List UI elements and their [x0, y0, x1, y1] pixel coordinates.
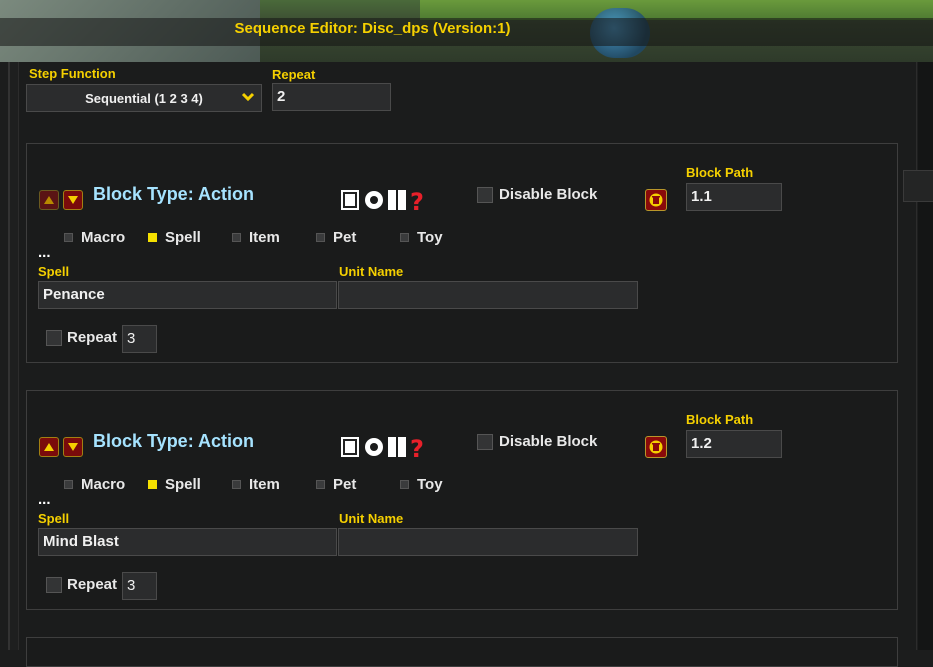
move-up-button[interactable]: [39, 190, 59, 210]
repeat-label: Repeat: [272, 67, 316, 82]
type-label-item: Item: [249, 476, 280, 493]
type-radio-toy[interactable]: [400, 233, 409, 242]
move-up-icon: [44, 443, 54, 451]
trash-icon: [649, 193, 663, 207]
step-function-label: Step Function: [29, 66, 116, 81]
type-radio-macro[interactable]: [64, 233, 73, 242]
type-radio-spell[interactable]: [148, 480, 157, 489]
square-icon[interactable]: [341, 437, 359, 457]
unit-name-label: Unit Name: [339, 511, 404, 526]
type-radio-toy[interactable]: [400, 480, 409, 489]
spell-label: Spell: [38, 511, 70, 526]
type-label-toy: Toy: [417, 476, 443, 493]
move-down-icon: [68, 443, 78, 451]
type-label-toy: Toy: [417, 229, 443, 246]
type-radio-spell[interactable]: [148, 233, 157, 242]
more-options-indicator: ...: [38, 491, 51, 508]
repeat-checkbox[interactable]: [46, 330, 62, 346]
repeat-label: Repeat: [67, 576, 118, 593]
window-title: Sequence Editor: Disc_dps (Version:1): [234, 20, 511, 37]
repeat-count-input[interactable]: 3: [122, 572, 157, 600]
repeat-input[interactable]: 2: [272, 83, 391, 111]
type-radio-pet[interactable]: [316, 233, 325, 242]
type-label-macro: Macro: [81, 229, 126, 246]
spell-label: Spell: [38, 264, 70, 279]
trash-icon: [649, 440, 663, 454]
step-function-dropdown[interactable]: Sequential (1 2 3 4): [26, 84, 262, 112]
block-path-label: Block Path: [686, 412, 754, 427]
unit-name-input[interactable]: [338, 281, 638, 309]
type-label-pet: Pet: [333, 229, 357, 246]
svg-text:?: ?: [410, 188, 424, 214]
action-block-3: [26, 637, 898, 667]
move-up-button[interactable]: [39, 437, 59, 457]
repeat-checkbox[interactable]: [46, 577, 62, 593]
type-label-pet: Pet: [333, 476, 357, 493]
step-function-value: Sequential (1 2 3 4): [85, 91, 203, 106]
move-down-button[interactable]: [63, 190, 83, 210]
question-icon[interactable]: ?: [410, 188, 424, 216]
unit-name-label: Unit Name: [339, 264, 404, 279]
type-radio-pet[interactable]: [316, 480, 325, 489]
circle-icon[interactable]: [365, 438, 383, 456]
svg-text:?: ?: [410, 435, 424, 461]
spell-input[interactable]: Mind Blast: [38, 528, 337, 556]
more-options-indicator: ...: [38, 244, 51, 261]
side-panel-edge: [903, 170, 933, 202]
action-block-1: Block Type: Action ? Disable Block Block…: [26, 143, 898, 363]
delete-block-button[interactable]: [645, 436, 667, 458]
disable-block-label: Disable Block: [499, 186, 598, 203]
move-down-icon: [68, 196, 78, 204]
disable-block-checkbox[interactable]: [477, 434, 493, 450]
repeat-label: Repeat: [67, 329, 118, 346]
action-block-2: Block Type: Action ? Disable Block Block…: [26, 390, 898, 610]
block-icons: ?: [340, 188, 440, 216]
type-label-spell: Spell: [165, 476, 201, 493]
block-path-label: Block Path: [686, 165, 754, 180]
block-icons: ?: [340, 435, 440, 463]
move-down-button[interactable]: [63, 437, 83, 457]
pause-icon[interactable]: [388, 437, 406, 457]
repeat-count-input[interactable]: 3: [122, 325, 157, 353]
disable-block-checkbox[interactable]: [477, 187, 493, 203]
block-path-input[interactable]: 1.1: [686, 183, 782, 211]
square-icon[interactable]: [341, 190, 359, 210]
move-up-icon: [44, 196, 54, 204]
type-radio-item[interactable]: [232, 233, 241, 242]
disable-block-label: Disable Block: [499, 433, 598, 450]
chevron-down-icon: [241, 92, 255, 102]
type-radio-item[interactable]: [232, 480, 241, 489]
spell-input[interactable]: Penance: [38, 281, 337, 309]
type-label-item: Item: [249, 229, 280, 246]
type-label-spell: Spell: [165, 229, 201, 246]
block-type-label: Block Type: Action: [93, 431, 255, 451]
question-icon[interactable]: ?: [410, 435, 424, 463]
block-path-input[interactable]: 1.2: [686, 430, 782, 458]
delete-block-button[interactable]: [645, 189, 667, 211]
type-radio-macro[interactable]: [64, 480, 73, 489]
unit-name-input[interactable]: [338, 528, 638, 556]
circle-icon[interactable]: [365, 191, 383, 209]
pause-icon[interactable]: [388, 190, 406, 210]
type-label-macro: Macro: [81, 476, 126, 493]
block-type-label: Block Type: Action: [93, 184, 255, 204]
